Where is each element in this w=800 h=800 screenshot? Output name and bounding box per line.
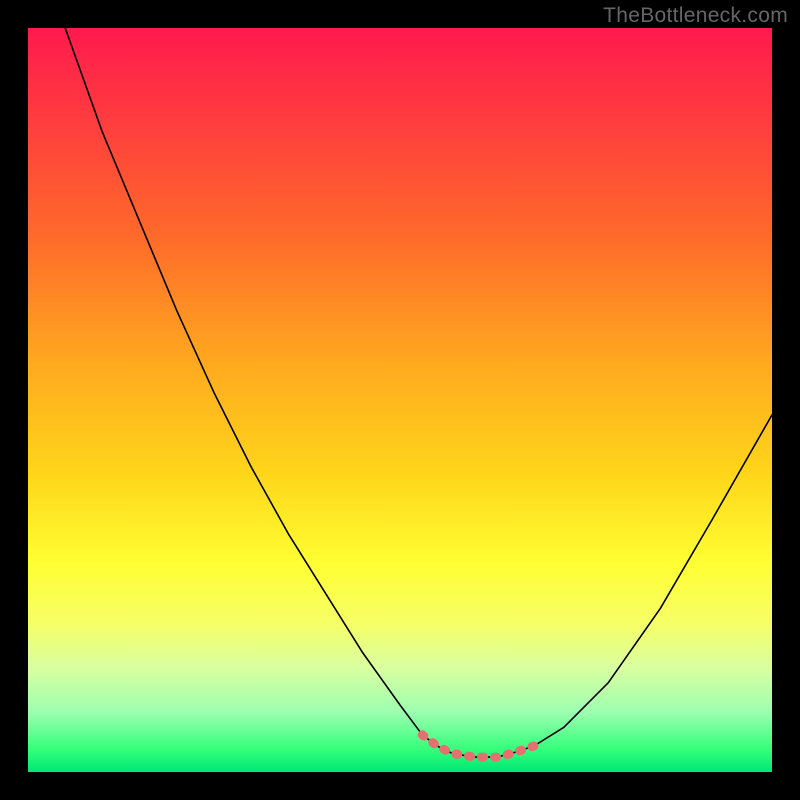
bottleneck-curve [65,28,772,757]
optimal-range [422,735,534,757]
watermark-text: TheBottleneck.com [603,4,788,28]
curve-layer [28,28,772,772]
plot-area [28,28,772,772]
chart-frame: TheBottleneck.com [0,0,800,800]
